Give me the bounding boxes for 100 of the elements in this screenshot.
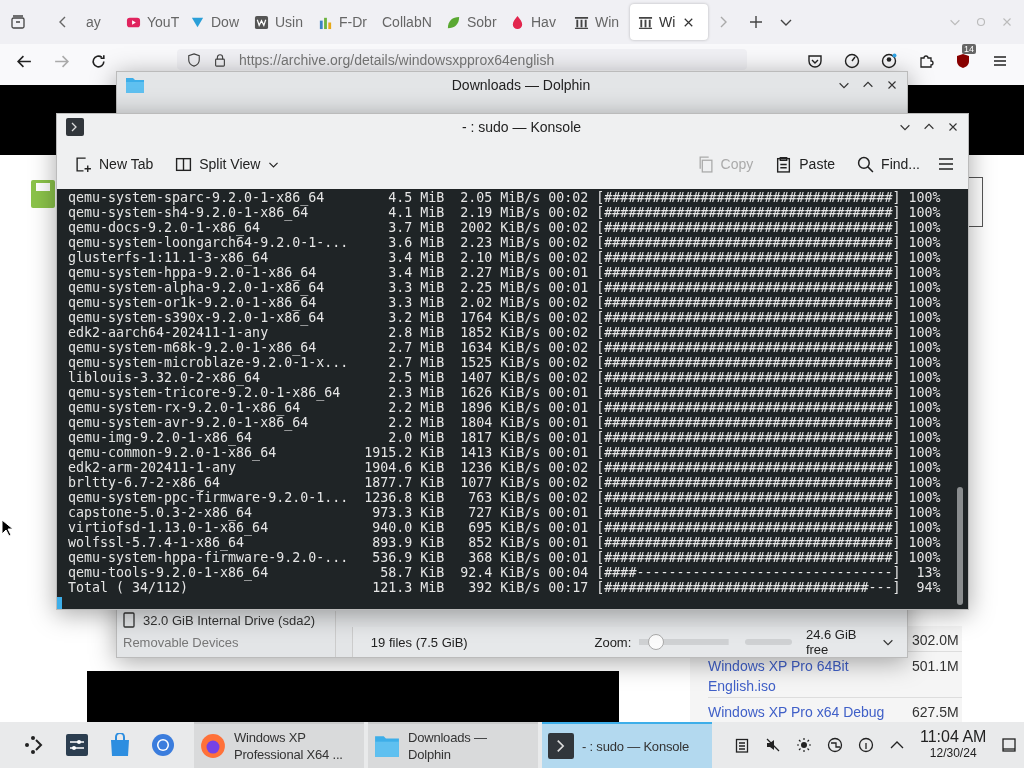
terminal-line: qemu-system-s390x-9.2.0-1-x86_64 3.2 MiB 1764 KiB/s 00:02 [####################################] 100% <box>68 310 942 325</box>
account-icon[interactable] <box>881 53 897 69</box>
terminal-line: qemu-system-hppa-9.2.0-1-x86_64 3.4 MiB 2.27 MiB/s 00:01 [####################################] 100% <box>68 265 942 280</box>
terminal-icon <box>548 733 574 759</box>
slider-thumb[interactable] <box>648 634 665 650</box>
browser-tab[interactable]: F-Dr <box>310 4 374 40</box>
tab-label: ay <box>86 14 101 30</box>
browser-tab[interactable]: Win <box>566 4 630 40</box>
chevron-left-icon[interactable] <box>58 14 68 30</box>
scrollbar-thumb[interactable] <box>957 487 963 605</box>
terminal-line: qemu-system-rx-9.2.0-1-x86_64 2.2 MiB 1896 KiB/s 00:01 [####################################] 100% <box>68 400 942 415</box>
tab-label: YouT <box>147 14 180 30</box>
temple-icon <box>638 14 653 30</box>
toolbar-button[interactable]: Find... <box>853 151 924 177</box>
clock[interactable]: 11:04 AM 12/30/24 <box>920 729 987 761</box>
status-text: 19 files (7.5 GiB) <box>370 634 469 650</box>
menu-icon[interactable] <box>992 53 1008 69</box>
terminal-line: liblouis-3.32.0-2-x86_64 2.5 MiB 1407 KiB/s 00:02 [####################################] 100% <box>68 370 942 385</box>
tab-label: Hav <box>531 14 556 30</box>
file-size: 501.1M <box>912 657 960 676</box>
file-link[interactable]: Windows XP Pro 64Bit English.iso <box>708 656 904 696</box>
zoom-label: Zoom: <box>594 634 632 650</box>
browser-tab[interactable]: Usin <box>246 4 310 40</box>
places-item[interactable]: 32.0 GiB Internal Drive (sda2) <box>123 611 335 629</box>
split-view-icon <box>175 155 193 173</box>
tab-label: F-Dr <box>339 14 367 30</box>
clipboard-icon <box>775 155 793 173</box>
new-tab-icon <box>75 155 92 173</box>
browser-tab[interactable]: CollabN <box>374 4 438 40</box>
tab-label: Win <box>595 14 620 30</box>
folder-icon <box>374 733 400 759</box>
terminal-line: qemu-system-avr-9.2.0-1-x86_64 2.2 MiB 1804 KiB/s 00:01 [####################################] 100% <box>68 415 942 430</box>
window-title: - : sudo — Konsole <box>460 119 583 135</box>
file-size: 627.5M <box>912 703 960 722</box>
tab-label: CollabN <box>382 14 432 30</box>
space-bar <box>744 639 792 645</box>
puzzle-icon[interactable] <box>918 53 934 69</box>
folder-icon <box>125 76 145 94</box>
terminal-line: qemu-system-sparc-9.2.0-1-x86_64 4.5 MiB 2.05 MiB/s 00:02 [####################################] 100% <box>68 190 942 205</box>
shield-icon[interactable] <box>955 53 971 69</box>
brightness-icon[interactable] <box>796 737 812 753</box>
leaf-icon <box>446 14 461 30</box>
muted-speaker-icon[interactable] <box>765 737 781 753</box>
terminal-line: qemu-system-ppc-firmware-9.2.0-1... 1236.8 KiB 763 KiB/s 00:02 [####################################] 100% <box>68 490 942 505</box>
terminal-line: qemu-system-hppa-firmware-9.2.0-... 536.9 KiB 368 KiB/s 00:01 [####################################] 100% <box>68 550 942 565</box>
letter-tile-icon <box>254 14 269 30</box>
browser-tab[interactable]: Wi <box>630 4 708 40</box>
window-title: Downloads — Dolphin <box>450 77 592 93</box>
terminal-line: qemu-system-or1k-9.2.0-1-x86_64 3.3 MiB 2.02 MiB/s 00:02 [####################################] 100% <box>68 295 942 310</box>
pocket-icon[interactable] <box>807 53 823 69</box>
address-bar[interactable]: https://archive.org/details/windowsxpprox64english <box>177 49 747 70</box>
terminal-line: qemu-tools-9.2.0-1-x86_64 58.7 KiB 92.4 KiB/s 00:04 [####--------------------------------] 13% <box>68 565 942 580</box>
network-icon[interactable] <box>827 737 843 753</box>
terminal-line: qemu-system-tricore-9.2.0-1-x86_64 2.3 MiB 1626 KiB/s 00:01 [####################################] 100% <box>68 385 942 400</box>
tab-list-icon[interactable] <box>10 14 26 30</box>
count-badge: 14 <box>962 44 976 54</box>
terminal-line: qemu-common-9.2.0-1-x86_64 1915.2 KiB 1413 KiB/s 00:01 [####################################] 100% <box>68 445 942 460</box>
flame-icon <box>510 14 525 30</box>
toolbar-button[interactable]: Paste <box>771 151 840 177</box>
terminal-line: wolfssl-5.7.4-1-x86_64 893.9 KiB 852 KiB/s 00:01 [####################################] 100% <box>68 535 942 550</box>
temple-icon <box>574 14 589 30</box>
new-tab-icon[interactable] <box>748 14 764 30</box>
reload-icon[interactable] <box>90 53 107 70</box>
clock-date: 12/30/24 <box>929 745 977 761</box>
clock-time: 11:04 AM <box>920 729 987 745</box>
terminal-line: edk2-aarch64-202411-1-any 2.8 MiB 1852 KiB/s 00:02 [####################################] 100% <box>68 325 942 340</box>
file-link[interactable]: Windows XP Pro x64 Debug <box>708 702 904 722</box>
menu-icon[interactable] <box>938 156 954 172</box>
tab-label: Sobr <box>467 14 497 30</box>
terminal-line: qemu-system-alpha-9.2.0-1-x86_64 3.3 MiB 2.25 MiB/s 00:01 [####################################] 100% <box>68 280 942 295</box>
search-icon <box>857 155 875 173</box>
toolbar-button[interactable]: Split View <box>171 151 285 177</box>
places-heading: Removable Devices <box>123 635 240 650</box>
terminal-line: qemu-system-microblaze-9.2.0-1-x... 2.7 MiB 1525 KiB/s 00:02 [####################################] 100% <box>68 355 942 370</box>
terminal-line: qemu-docs-9.2.0-1-x86_64 3.7 MiB 2002 KiB/s 00:02 [####################################] 100% <box>68 220 942 235</box>
taskbar-task[interactable]: Windows XP Professional X64 ... <box>194 722 364 768</box>
tab-label: Wi <box>659 14 676 30</box>
toolbar-button[interactable]: New Tab <box>71 151 158 177</box>
terminal-line: qemu-system-m68k-9.2.0-1-x86_64 2.7 MiB 1634 KiB/s 00:02 [####################################] 100% <box>68 340 942 355</box>
browser-tab[interactable]: ay <box>78 4 118 40</box>
taskbar-task[interactable]: - : sudo — Konsole <box>542 722 712 768</box>
terminal-line: virtiofsd-1.13.0-1-x86_64 940.0 KiB 695 KiB/s 00:01 [####################################] 100% <box>68 520 942 535</box>
browser-tab[interactable]: Dow <box>182 4 246 40</box>
browser-tab[interactable]: Sobr <box>438 4 502 40</box>
tab-label: Usin <box>275 14 303 30</box>
settings-icon[interactable] <box>65 733 89 757</box>
taskbar-task[interactable]: Downloads — Dolphin <box>368 722 538 768</box>
clipboard-icon[interactable] <box>734 737 750 753</box>
show-desktop-icon[interactable] <box>1001 737 1018 753</box>
browser-tab[interactable]: Hav <box>502 4 566 40</box>
terminal-line: glusterfs-1:11.1-3-x86_64 3.4 MiB 2.10 MiB/s 00:02 [####################################] 100% <box>68 250 942 265</box>
text-cursor <box>57 597 62 609</box>
free-space-button[interactable]: 24.6 GiB free <box>805 627 873 657</box>
back-icon[interactable] <box>16 53 33 70</box>
browser-tab[interactable]: YouT <box>118 4 182 40</box>
terminal-line: Total ( 34/112) 121.3 MiB 392 KiB/s 00:17 [#################################---] 94% <box>68 580 942 595</box>
shopping-bag-icon[interactable] <box>108 733 132 757</box>
shield-icon <box>187 52 201 67</box>
terminal-line: qemu-img-9.2.0-1-x86_64 2.0 MiB 1817 KiB/s 00:01 [####################################] 100% <box>68 430 942 445</box>
browser-icon[interactable] <box>151 733 175 757</box>
